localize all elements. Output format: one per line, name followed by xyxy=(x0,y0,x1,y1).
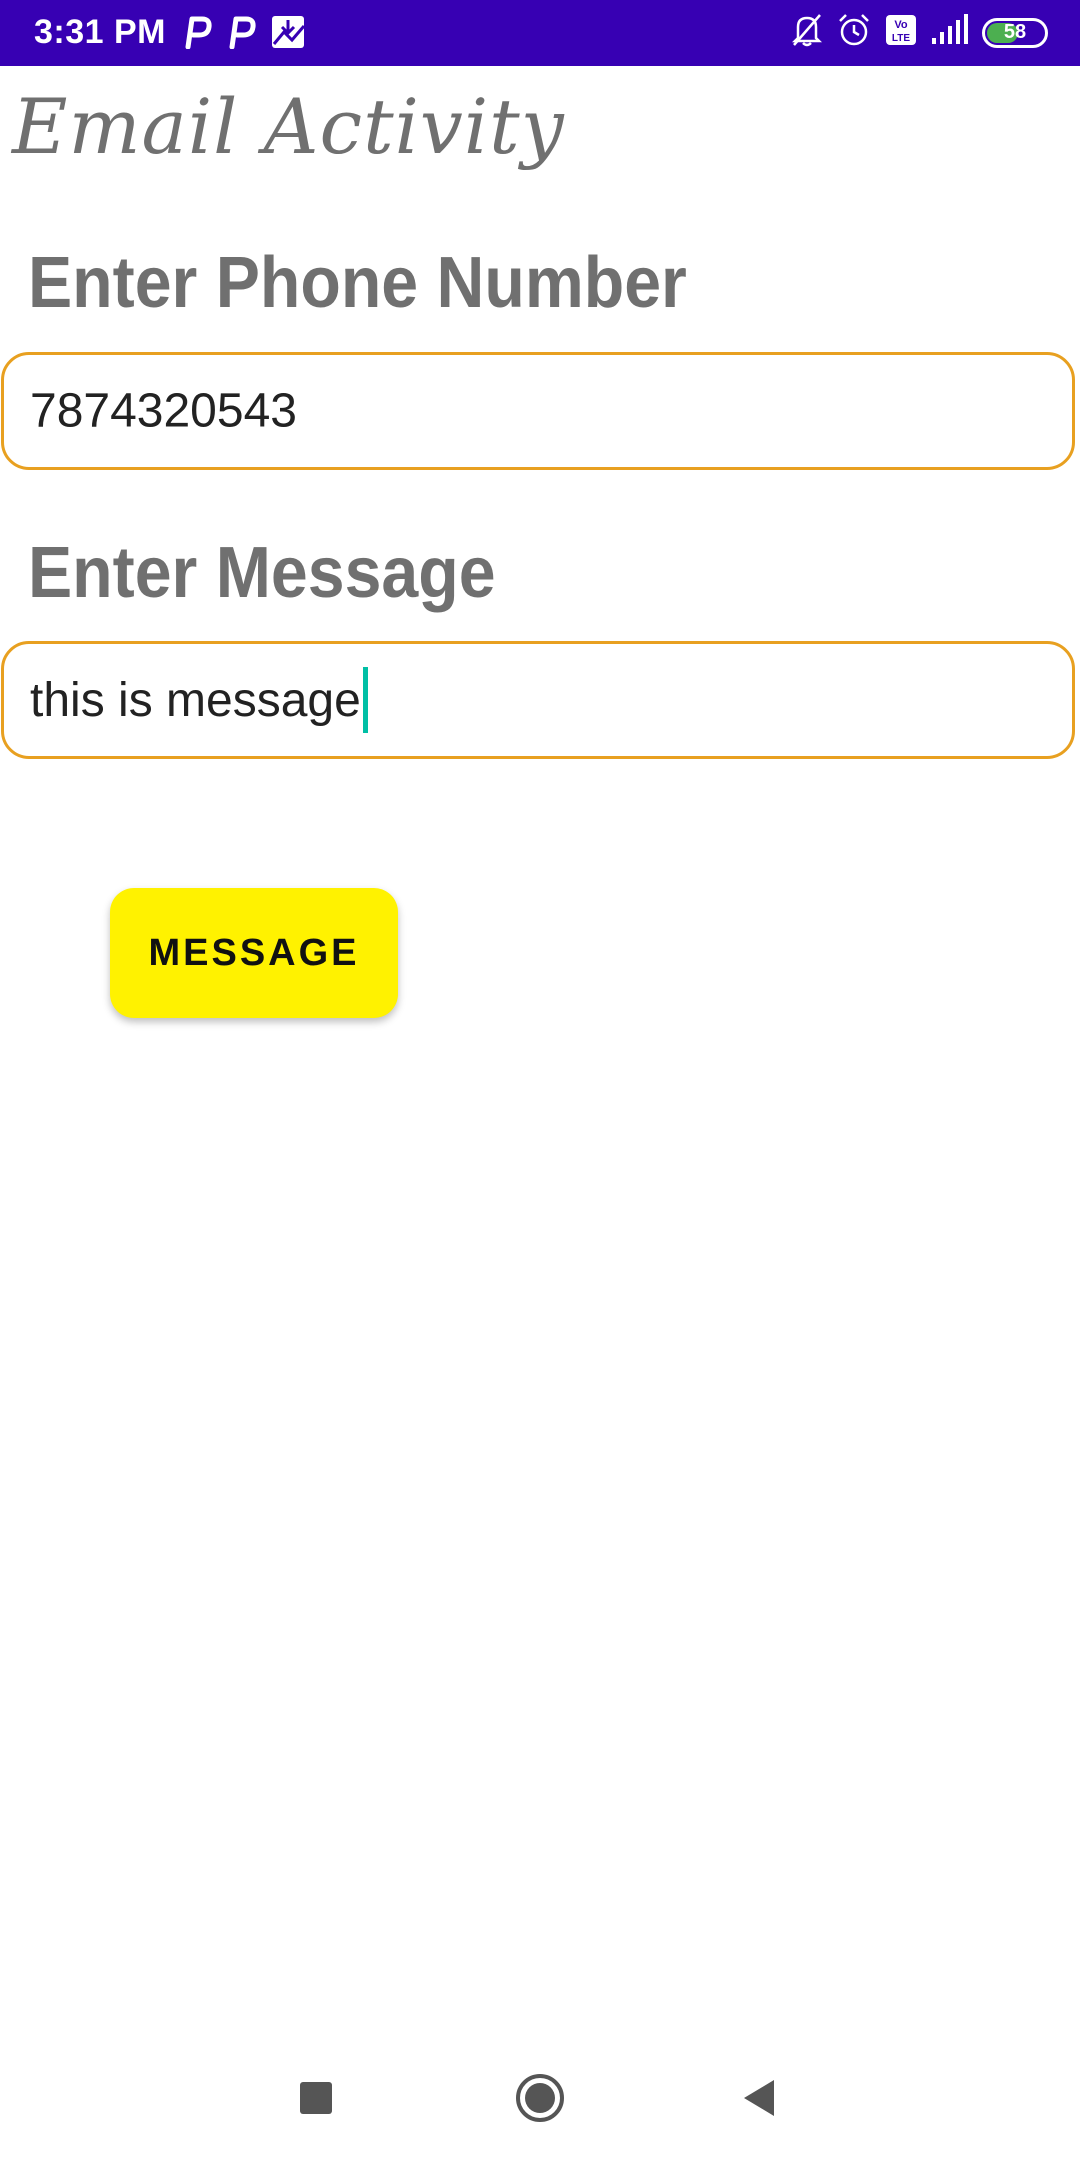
back-button[interactable] xyxy=(720,2060,800,2140)
bell-muted-icon xyxy=(790,12,824,53)
home-icon xyxy=(514,2072,566,2129)
message-label: Enter Message xyxy=(28,533,496,613)
alarm-icon xyxy=(836,12,872,53)
phone-label: Enter Phone Number xyxy=(28,243,687,323)
volte-icon: Vo LTE xyxy=(884,13,918,52)
message-input-wrap: this is message xyxy=(30,667,368,733)
svg-text:Vo: Vo xyxy=(894,19,908,31)
message-button[interactable]: MESSAGE xyxy=(110,888,398,1018)
home-button[interactable] xyxy=(500,2060,580,2140)
phone-input[interactable]: 7874320543 xyxy=(1,352,1075,470)
recents-icon xyxy=(298,2080,334,2121)
status-bar: 3:31 PM Vo LTE 58 xyxy=(0,0,1080,66)
app-title: Email Activity xyxy=(12,82,565,171)
svg-text:LTE: LTE xyxy=(892,33,910,44)
p-notification-icon xyxy=(182,15,212,54)
status-right-icons: Vo LTE 58 xyxy=(790,12,1048,53)
recents-button[interactable] xyxy=(276,2060,356,2140)
phone-input-value: 7874320543 xyxy=(30,384,297,438)
back-icon xyxy=(742,2078,778,2123)
gallery-download-icon xyxy=(270,14,306,55)
message-input-value: this is message xyxy=(30,673,361,727)
navigation-bar xyxy=(0,2040,1080,2160)
battery-icon: 58 xyxy=(982,17,1048,48)
battery-level: 58 xyxy=(1003,21,1027,43)
status-time: 3:31 PM xyxy=(34,13,166,51)
status-left-icons xyxy=(182,14,306,55)
message-input[interactable]: this is message xyxy=(1,641,1075,759)
text-cursor xyxy=(362,667,368,733)
p-notification-icon xyxy=(226,15,256,54)
signal-icon xyxy=(930,14,970,51)
